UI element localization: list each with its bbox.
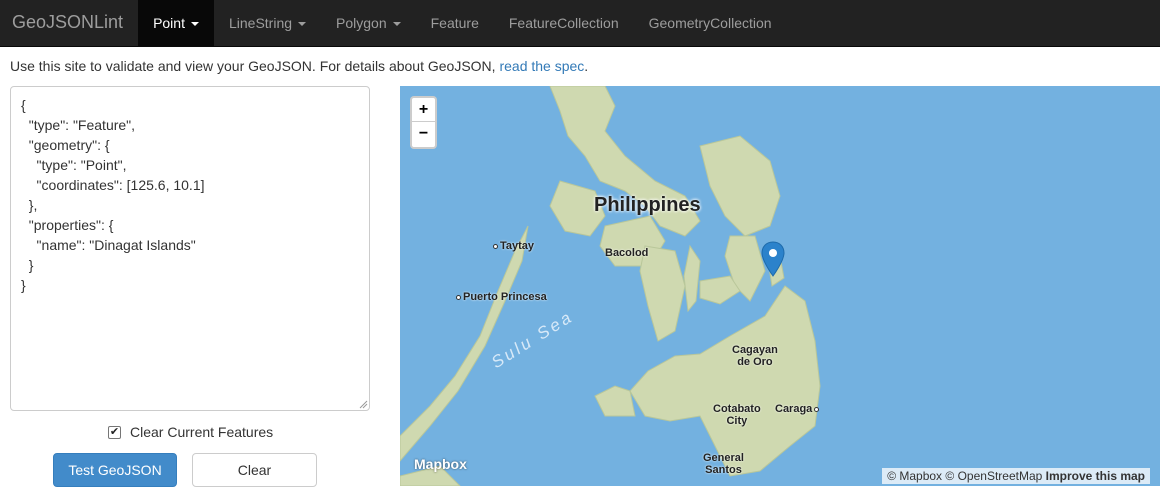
intro-text: Use this site to validate and view your … [10,58,588,74]
clear-button[interactable]: Clear [192,453,317,487]
land-zamboanga [594,385,636,417]
label-philippines: Philippines [594,194,701,216]
label-general-santos: General Santos [703,452,744,476]
test-geojson-button[interactable]: Test GeoJSON [53,453,177,487]
attribution-osm[interactable]: © OpenStreetMap [945,469,1042,483]
mapbox-logo[interactable]: Mapbox [414,456,467,472]
nav-linestring-label: LineString [228,15,293,31]
geojson-editor[interactable]: { "type": "Feature", "geometry": { "type… [10,86,370,411]
land-samar [699,135,781,237]
nav-geometrycollection[interactable]: GeometryCollection [634,0,787,46]
nav-polygon-label: Polygon [336,15,387,31]
nav-point-dropdown[interactable]: Point [138,0,214,46]
label-puerto-princesa: Puerto Princesa [456,291,547,303]
zoom-control: + − [410,96,437,149]
clear-features-option[interactable]: ✔ Clear Current Features [108,424,273,440]
label-caraga: Caraga [775,403,820,415]
attribution-mapbox[interactable]: © Mapbox [887,469,942,483]
nav-feature-label: Feature [430,15,479,31]
nav-point-label: Point [153,15,185,31]
land-cebu [683,244,701,313]
nav-feature[interactable]: Feature [416,0,494,46]
caret-down-icon [298,22,307,26]
improve-map-link[interactable]: Improve this map [1046,469,1145,483]
label-cagayan-line2: de Oro [737,356,773,368]
map-marker-icon[interactable] [761,241,785,277]
zoom-in-button[interactable]: + [412,98,435,122]
map-tiles [400,86,821,486]
label-gensan-line1: General [703,452,744,464]
caret-down-icon [190,22,199,26]
nav-polygon-dropdown[interactable]: Polygon [321,0,416,46]
clear-features-label: Clear Current Features [130,424,274,440]
clear-features-checkbox[interactable]: ✔ [108,425,121,439]
nav-featurecollection-label: FeatureCollection [508,15,619,31]
zoom-out-button[interactable]: − [412,122,435,146]
land-negros [639,245,686,342]
nav-linestring-dropdown[interactable]: LineString [214,0,321,46]
spec-link[interactable]: read the spec [499,58,584,74]
map-view[interactable]: Philippines Sulu Sea Taytay Puerto Princ… [400,86,1160,486]
nav-geometrycollection-label: GeometryCollection [648,15,772,31]
label-cotabato-line1: Cotabato [713,403,761,415]
label-taytay-text: Taytay [500,240,535,252]
label-cotabato-line2: City [726,415,748,427]
label-cagayan-line1: Cagayan [732,344,778,356]
label-puerto-princesa-text: Puerto Princesa [463,291,547,303]
nav-featurecollection[interactable]: FeatureCollection [494,0,634,46]
label-cotabato-city: Cotabato City [713,403,761,427]
intro-suffix: . [584,58,589,74]
resize-grip-icon[interactable] [358,399,368,409]
label-caraga-text: Caraga [775,403,813,415]
map-attribution: © Mapbox © OpenStreetMap Improve this ma… [882,468,1150,484]
intro-sentence: Use this site to validate and view your … [10,58,500,74]
caret-down-icon [392,22,401,26]
brand-logo[interactable]: GeoJSONLint [0,0,138,46]
label-gensan-line2: Santos [705,464,742,476]
navbar: GeoJSONLint Point LineString Polygon Fea… [0,0,1160,47]
label-cagayan-de-oro: Cagayan de Oro [732,344,778,368]
label-bacolod: Bacolod [605,247,649,259]
label-taytay: Taytay [493,240,534,252]
